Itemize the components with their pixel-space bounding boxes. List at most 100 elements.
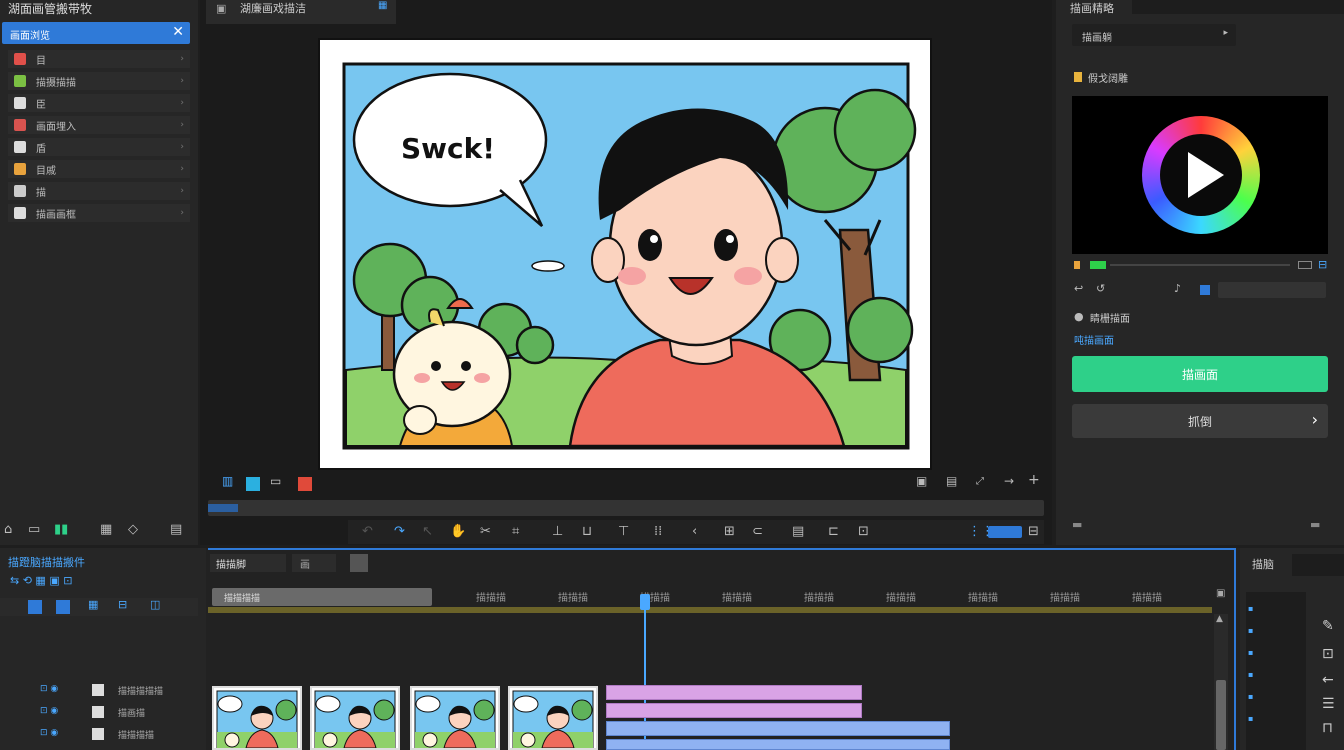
media-list-item[interactable]: 描摄描描 ›: [8, 72, 190, 90]
blue-square-icon[interactable]: [1200, 285, 1210, 295]
link-text[interactable]: 睛栅描面: [1090, 310, 1130, 325]
fullscreen-icon[interactable]: ⊟: [1318, 258, 1327, 271]
frame-icon[interactable]: ▭: [270, 474, 281, 488]
search-bar[interactable]: 画面浏览 ✕: [2, 22, 190, 44]
scrub-bar[interactable]: [208, 500, 1044, 516]
audio-clip-blue-1[interactable]: [606, 721, 950, 736]
track-color-swatch[interactable]: [92, 728, 104, 740]
image-icon[interactable]: ⊡: [1322, 646, 1334, 662]
play-icon[interactable]: [1188, 152, 1224, 198]
preset-dropdown[interactable]: 描画躺 ▸: [1072, 24, 1236, 46]
pen-icon[interactable]: ✎: [1322, 618, 1334, 634]
chat-icon[interactable]: ▭: [28, 522, 40, 537]
crop-icon[interactable]: ⌗: [512, 524, 519, 539]
track-color-swatch[interactable]: [92, 684, 104, 696]
media-list-item[interactable]: 画面埋入 ›: [8, 116, 190, 134]
audio-clip-pink-1[interactable]: [606, 685, 862, 700]
add-icon[interactable]: +: [1028, 472, 1040, 488]
trim-icon[interactable]: ⊔: [582, 524, 592, 539]
progress-fill: [1090, 261, 1106, 269]
cut-icon[interactable]: ✂: [480, 524, 491, 539]
undo-icon[interactable]: ↶: [362, 524, 373, 539]
close-icon[interactable]: ✕: [172, 24, 184, 40]
split-view-icon[interactable]: ⊓: [1322, 720, 1333, 736]
eye-icon[interactable]: ◫: [150, 598, 160, 611]
grid-icon[interactable]: ▦: [100, 522, 112, 537]
track-tools-icon[interactable]: ⇆ ⟲ ▦ ▣ ⊡: [10, 574, 72, 587]
export-icon[interactable]: ▤: [946, 474, 957, 488]
audio-clip-blue-2[interactable]: [606, 739, 950, 750]
table-icon[interactable]: ▤: [170, 522, 182, 537]
video-clip-thumbnail[interactable]: [508, 686, 598, 750]
media-list-item[interactable]: 盾 ›: [8, 138, 190, 156]
scroll-thumb[interactable]: [1216, 680, 1226, 750]
marker-add-icon[interactable]: ⊡: [858, 524, 869, 539]
playhead-handle[interactable]: [640, 594, 650, 610]
cam-icon[interactable]: ▦: [88, 598, 98, 611]
search-input[interactable]: 画面浏览: [10, 27, 50, 42]
arrow-icon[interactable]: →: [1004, 474, 1014, 488]
media-thumb-icon: [14, 163, 26, 175]
scroll-up-icon[interactable]: ▲: [1216, 614, 1223, 624]
info-dot-icon: ●: [1074, 310, 1084, 323]
preview-tab[interactable]: ▣ 湖廉画戏描洁 ▦: [206, 0, 396, 24]
minus-icon[interactable]: ▬: [1072, 518, 1082, 531]
save-icon[interactable]: ▣: [916, 474, 927, 488]
range-bar[interactable]: 描描描描: [212, 588, 432, 606]
media-list-item[interactable]: 臣 ›: [8, 94, 190, 112]
ruler-menu-icon[interactable]: ▣: [1216, 588, 1225, 599]
preview-progress-bar[interactable]: ⊟: [1072, 258, 1328, 271]
expand-icon[interactable]: ▬: [1310, 518, 1320, 531]
ruler-label: 描描描: [804, 593, 834, 604]
video-clip-thumbnail[interactable]: [310, 686, 400, 750]
color-red-swatch[interactable]: [298, 477, 312, 491]
apply-button[interactable]: 描画面: [1072, 356, 1328, 392]
track-toggle-icon[interactable]: ⊡ ◉: [40, 728, 58, 738]
folder-icon[interactable]: ⌂: [4, 522, 12, 537]
track-toggle-icon[interactable]: ⊡ ◉: [40, 706, 58, 716]
video-clip-thumbnail[interactable]: [410, 686, 500, 750]
media-list-item[interactable]: 目 ›: [8, 50, 190, 68]
fit-icon[interactable]: ⤢: [976, 476, 984, 487]
speech-text: Swck!: [401, 132, 495, 165]
zoom-toggle[interactable]: [988, 526, 1022, 538]
left-footer-icons: ⌂ ▭ ▮▮ ▦ ◇ ▤: [0, 522, 198, 542]
blue-toggle-1[interactable]: [28, 600, 42, 614]
track-toggle-icon[interactable]: ⊡ ◉: [40, 684, 58, 694]
mark-icon[interactable]: ⊤: [618, 524, 629, 539]
marker-icon[interactable]: ▥: [222, 474, 233, 488]
video-clip-thumbnail[interactable]: [212, 686, 302, 750]
group-icon[interactable]: ⁞⁞: [654, 524, 662, 539]
media-preview[interactable]: [1072, 96, 1328, 254]
color-blue-swatch[interactable]: [246, 477, 260, 491]
audio-clip-pink-2[interactable]: [606, 703, 862, 718]
track-color-swatch[interactable]: [92, 706, 104, 718]
settings-icon[interactable]: ⊟: [1028, 524, 1039, 539]
volume-icon[interactable]: ♪: [1174, 282, 1181, 295]
tag-icon[interactable]: ◇: [128, 522, 138, 537]
timeline-scrollbar[interactable]: ▲: [1214, 614, 1228, 750]
blue-toggle-2[interactable]: [56, 600, 70, 614]
link2-text[interactable]: 吨描画面: [1074, 332, 1114, 347]
layers-icon[interactable]: ▤: [792, 524, 804, 539]
pointer-icon[interactable]: ↖: [422, 524, 433, 539]
split-icon[interactable]: ⊥: [552, 524, 563, 539]
media-list-item[interactable]: 目戚 ›: [8, 160, 190, 178]
loop-icon[interactable]: ↺: [1096, 282, 1105, 295]
prev-icon[interactable]: ↩: [1074, 282, 1083, 295]
hand-icon[interactable]: ✋: [450, 524, 466, 539]
bars-icon[interactable]: ▮▮: [54, 522, 68, 537]
rate-icon[interactable]: ⊞: [724, 524, 735, 539]
lock-icon[interactable]: ⊟: [118, 598, 127, 611]
redo-icon[interactable]: ↷: [394, 524, 405, 539]
snap-icon[interactable]: ⊏: [828, 524, 839, 539]
back-icon[interactable]: ‹: [692, 524, 697, 539]
media-list-item[interactable]: 描 ›: [8, 182, 190, 200]
back-arrow-icon[interactable]: ←: [1322, 672, 1334, 688]
link-icon[interactable]: ⊂: [752, 524, 763, 539]
list-icon[interactable]: ☰: [1322, 696, 1335, 712]
next-button[interactable]: 抓倒 ›: [1072, 404, 1328, 438]
media-list-item[interactable]: 描画画框 ›: [8, 204, 190, 222]
ruler-label: 描描描: [1050, 593, 1080, 604]
volume-slider[interactable]: [1218, 282, 1326, 298]
